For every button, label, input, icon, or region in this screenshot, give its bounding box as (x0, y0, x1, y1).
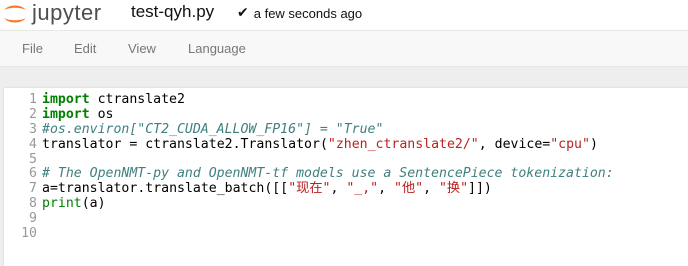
line-number: 8 (29, 196, 37, 212)
jupyter-logo[interactable]: jupyter (2, 0, 102, 28)
jupyter-logo-text: jupyter (32, 0, 102, 25)
save-status: ✔ a few seconds ago (237, 5, 362, 21)
line-number: 1 (29, 92, 37, 107)
code-line-text[interactable]: print(a) (42, 196, 106, 212)
menu-view[interactable]: View (128, 41, 156, 56)
notebook-header: jupyter test-qyh.py ✔ a few seconds ago (0, 0, 688, 30)
jupyter-logo-icon (4, 5, 26, 23)
notebook-filename[interactable]: test-qyh.py (131, 2, 214, 22)
code-line[interactable]: 1 import ctranslate2 (4, 92, 688, 108)
menu-bar: File Edit View Language (0, 30, 688, 67)
save-status-text: a few seconds ago (253, 5, 363, 21)
code-line[interactable]: 9 (4, 211, 688, 227)
line-number: 9 (29, 211, 37, 227)
menu-edit[interactable]: Edit (74, 41, 96, 56)
line-number: 6 (29, 166, 37, 182)
menu-file[interactable]: File (22, 41, 43, 56)
code-line[interactable]: 7 a=translator.translate_batch([["现在", "_… (4, 181, 688, 197)
line-number: 10 (21, 226, 37, 242)
line-number: 5 (29, 151, 37, 167)
menu-language[interactable]: Language (188, 41, 246, 56)
code-editor[interactable]: 1 import ctranslate2 2 import os 3 #os.enviro… (4, 88, 688, 266)
check-icon: ✔ (237, 5, 249, 21)
line-number: 2 (29, 106, 37, 122)
code-line-text[interactable]: import os (42, 107, 113, 123)
code-line[interactable]: 4 translator = ctranslate2.Translator("zh… (4, 136, 688, 153)
code-line-text[interactable]: #os.environ["CT2_CUDA_ALLOW_FP16"] = "Tr… (42, 122, 383, 138)
line-number: 3 (29, 121, 37, 137)
code-line[interactable]: 3 #os.environ["CT2_CUDA_ALLOW_FP16"] = "T… (4, 121, 688, 138)
code-area[interactable]: 1 import ctranslate2 2 import os 3 #os.enviro… (4, 92, 688, 242)
line-number: 7 (29, 181, 37, 197)
code-line[interactable]: 2 import os (4, 106, 688, 123)
code-line[interactable]: 10 (4, 226, 688, 242)
code-line-text[interactable]: a=translator.translate_batch([["现在", "_,… (42, 181, 492, 197)
code-line[interactable]: 8 print(a) (4, 196, 688, 212)
code-line-text[interactable]: translator = ctranslate2.Translator("zhe… (42, 137, 598, 153)
line-number: 4 (29, 136, 37, 152)
code-line[interactable]: 5 (4, 151, 688, 168)
code-line-text[interactable]: import ctranslate2 (42, 92, 185, 108)
